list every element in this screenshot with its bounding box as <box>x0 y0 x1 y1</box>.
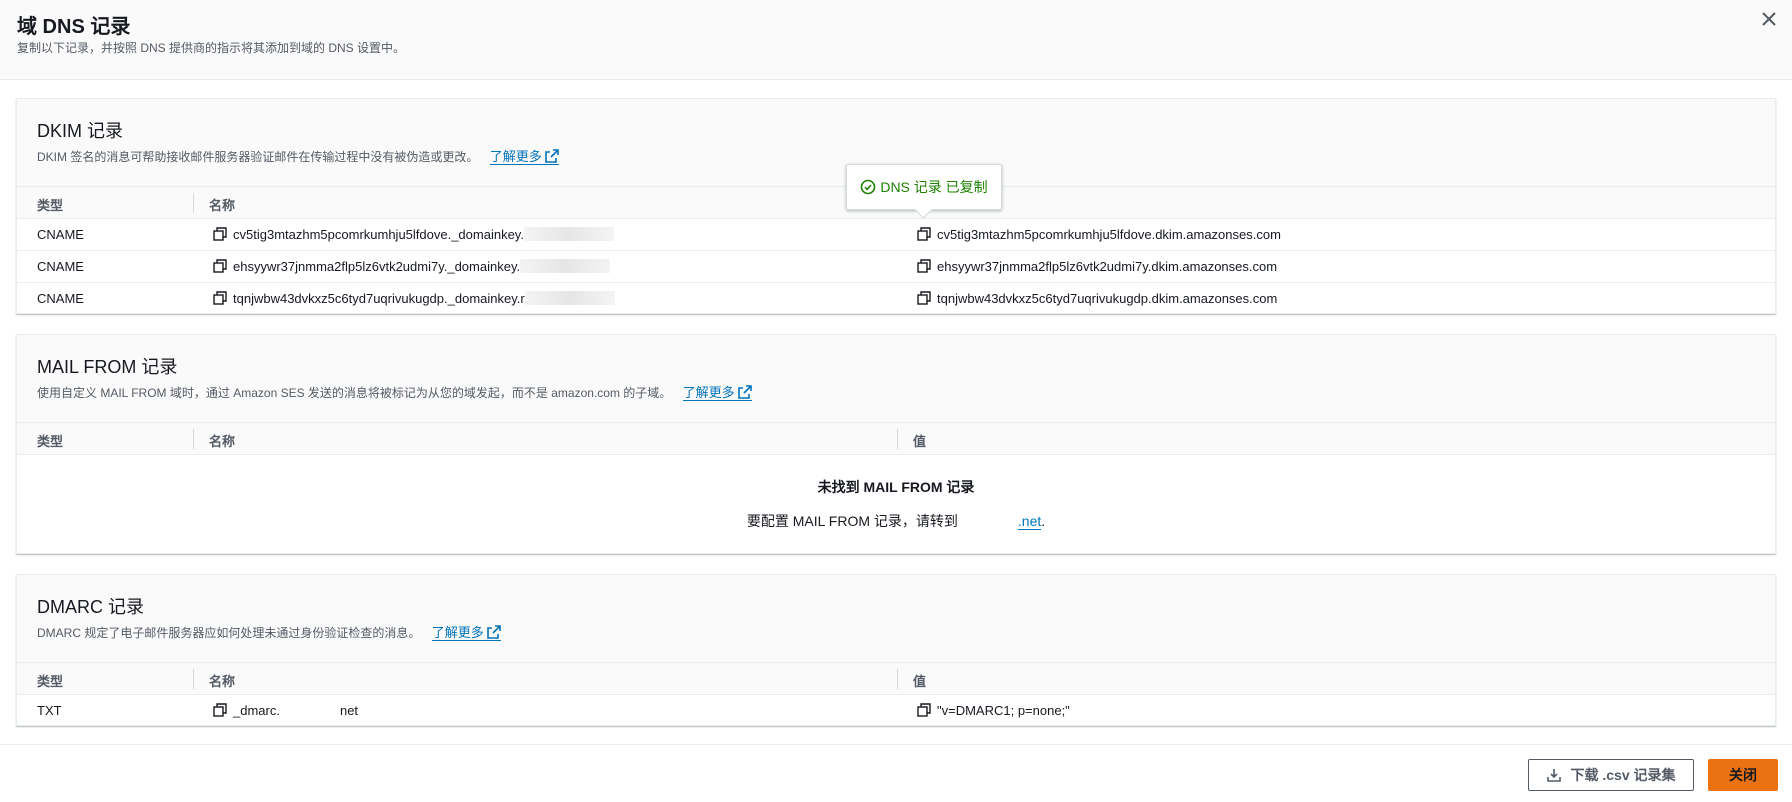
dmarc-col-value: 值 <box>913 674 927 689</box>
close-button[interactable]: 关闭 <box>1708 759 1778 791</box>
mailfrom-learn-more-label: 了解更多 <box>682 385 735 400</box>
mailfrom-col-type: 类型 <box>37 434 64 449</box>
column-divider <box>897 669 898 689</box>
record-type: CNAME <box>37 291 84 306</box>
column-divider <box>193 193 194 213</box>
column-divider <box>897 429 898 449</box>
record-value-text: "v=DMARC1; p=none;" <box>937 703 1070 718</box>
mailfrom-learn-more-link[interactable]: 了解更多 <box>682 385 752 401</box>
record-value-text: ehsyywr37jnmma2flp5lz6vtk2udmi7y.dkim.am… <box>937 259 1278 274</box>
copy-icon[interactable] <box>917 227 931 241</box>
table-row: CNAME ehsyywr37jnmma2flp5lz6vtk2udmi7y._… <box>17 251 1775 283</box>
record-name-text: ehsyywr37jnmma2flp5lz6vtk2udmi7y._domain… <box>233 259 521 274</box>
column-divider <box>193 669 194 689</box>
table-row: CNAME tqnjwbw43dvkxz5c6tyd7uqrivukugdp._… <box>17 283 1775 315</box>
record-name-text: cv5tig3mtazhm5pcomrkumhju5lfdove._domain… <box>233 227 524 242</box>
mailfrom-table-header: 类型 名称 值 <box>17 423 1775 455</box>
empty-state-title: 未找到 MAIL FROM 记录 <box>817 479 975 495</box>
record-value: "v=DMARC1; p=none;" <box>917 703 1070 718</box>
dkim-table-body: CNAME cv5tig3mtazhm5pcomrkumhju5lfdove._… <box>17 219 1775 315</box>
dkim-col-name: 名称 <box>209 198 236 213</box>
copied-tooltip-text: DNS 记录 已复制 <box>880 179 988 195</box>
modal-footer: 下载 .csv 记录集 关闭 <box>0 744 1792 802</box>
dmarc-table-body: TXT _dmarc. net "v=DMARC1; p=none;" <box>17 695 1775 727</box>
redacted-domain <box>523 227 614 241</box>
record-name: ehsyywr37jnmma2flp5lz6vtk2udmi7y._domain… <box>213 259 611 274</box>
record-name-prefix: _dmarc. <box>233 703 280 718</box>
copy-icon[interactable] <box>213 703 227 717</box>
table-row: TXT _dmarc. net "v=DMARC1; p=none;" <box>17 695 1775 727</box>
table-row: CNAME cv5tig3mtazhm5pcomrkumhju5lfdove._… <box>17 219 1775 251</box>
external-link-icon <box>544 149 559 163</box>
dmarc-learn-more-link[interactable]: 了解更多 <box>431 625 501 641</box>
dkim-col-type: 类型 <box>37 198 64 213</box>
dkim-description: DKIM 签名的消息可帮助接收邮件服务器验证邮件在传输过程中没有被伪造或更改。 … <box>37 146 559 165</box>
mailfrom-col-name: 名称 <box>209 434 236 449</box>
mailfrom-panel-header: MAIL FROM 记录 使用自定义 MAIL FROM 域时，通过 Amazo… <box>17 335 1775 423</box>
copy-icon[interactable] <box>917 291 931 305</box>
check-circle-icon <box>861 179 876 195</box>
dmarc-panel-header: DMARC 记录 DMARC 规定了电子邮件服务器应如何处理未通过身份验证检查的… <box>17 575 1775 663</box>
copy-icon[interactable] <box>917 259 931 273</box>
record-value-text: cv5tig3mtazhm5pcomrkumhju5lfdove.dkim.am… <box>937 227 1281 242</box>
dkim-title: DKIM 记录 <box>37 121 124 141</box>
copy-icon[interactable] <box>213 227 227 241</box>
modal-subtitle: 复制以下记录，并按照 DNS 提供商的指示将其添加到域的 DNS 设置中。 <box>17 41 406 55</box>
dmarc-col-type: 类型 <box>37 674 64 689</box>
dkim-description-text: DKIM 签名的消息可帮助接收邮件服务器验证邮件在传输过程中没有被伪造或更改。 <box>37 150 479 164</box>
record-name: _dmarc. net <box>213 703 358 718</box>
mailfrom-empty-state: 未找到 MAIL FROM 记录 要配置 MAIL FROM 记录，请转到 .ne… <box>17 455 1775 553</box>
dmarc-learn-more-label: 了解更多 <box>431 625 484 640</box>
dmarc-description: DMARC 规定了电子邮件服务器应如何处理未通过身份验证检查的消息。 了解更多 <box>37 622 501 641</box>
dmarc-title: DMARC 记录 <box>37 597 144 617</box>
column-divider <box>193 429 194 449</box>
record-name-suffix: net <box>339 703 359 718</box>
dmarc-table-header: 类型 名称 值 <box>17 663 1775 695</box>
dkim-learn-more-label: 了解更多 <box>489 149 542 164</box>
modal-header: 域 DNS 记录 复制以下记录，并按照 DNS 提供商的指示将其添加到域的 DN… <box>0 0 1792 80</box>
mailfrom-description: 使用自定义 MAIL FROM 域时，通过 Amazon SES 发送的消息将被… <box>37 382 752 401</box>
record-name: cv5tig3mtazhm5pcomrkumhju5lfdove._domain… <box>213 227 614 242</box>
empty-state-description: 要配置 MAIL FROM 记录，请转到 .net. <box>17 511 1775 531</box>
close-icon[interactable] <box>1756 6 1782 32</box>
record-value: cv5tig3mtazhm5pcomrkumhju5lfdove.dkim.am… <box>917 227 1281 242</box>
copy-icon[interactable] <box>213 291 227 305</box>
record-value: ehsyywr37jnmma2flp5lz6vtk2udmi7y.dkim.am… <box>917 259 1277 274</box>
identity-link[interactable]: .net <box>1017 513 1042 530</box>
record-name-text: tqnjwbw43dvkxz5c6tyd7uqrivukugdp._domain… <box>233 291 525 306</box>
dmarc-description-text: DMARC 规定了电子邮件服务器应如何处理未通过身份验证检查的消息。 <box>37 626 421 640</box>
copy-icon[interactable] <box>213 259 227 273</box>
dmarc-panel: DMARC 记录 DMARC 规定了电子邮件服务器应如何处理未通过身份验证检查的… <box>16 574 1776 726</box>
download-csv-button[interactable]: 下载 .csv 记录集 <box>1528 759 1694 791</box>
record-type: CNAME <box>37 227 84 242</box>
mailfrom-panel: MAIL FROM 记录 使用自定义 MAIL FROM 域时，通过 Amazo… <box>16 334 1776 554</box>
record-value: tqnjwbw43dvkxz5c6tyd7uqrivukugdp.dkim.am… <box>917 291 1277 306</box>
dkim-learn-more-link[interactable]: 了解更多 <box>489 149 559 165</box>
mailfrom-col-value: 值 <box>913 434 927 449</box>
record-name: tqnjwbw43dvkxz5c6tyd7uqrivukugdp._domain… <box>213 291 615 306</box>
copy-icon[interactable] <box>917 703 931 717</box>
external-link-icon <box>737 385 752 399</box>
modal-title: 域 DNS 记录 <box>17 16 131 38</box>
redacted-domain <box>524 291 615 305</box>
copied-tooltip: DNS 记录 已复制 <box>846 164 1002 210</box>
download-csv-label: 下载 .csv 记录集 <box>1570 767 1676 783</box>
record-type: TXT <box>37 703 62 718</box>
external-link-icon <box>486 625 501 639</box>
redacted-domain <box>520 259 611 273</box>
record-value-text: tqnjwbw43dvkxz5c6tyd7uqrivukugdp.dkim.am… <box>937 291 1278 306</box>
mailfrom-title: MAIL FROM 记录 <box>37 357 178 377</box>
empty-state-end: . <box>1041 513 1046 529</box>
dmarc-col-name: 名称 <box>209 674 236 689</box>
empty-state-text: 要配置 MAIL FROM 记录，请转到 <box>746 513 958 529</box>
download-icon <box>1547 769 1562 782</box>
record-type: CNAME <box>37 259 84 274</box>
mailfrom-description-text: 使用自定义 MAIL FROM 域时，通过 Amazon SES 发送的消息将被… <box>37 386 672 400</box>
